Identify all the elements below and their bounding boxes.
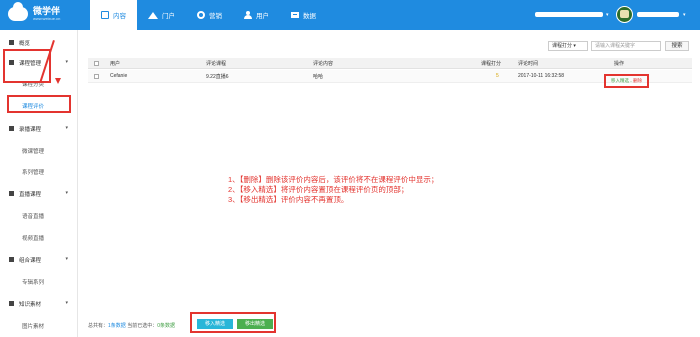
gear-icon <box>197 11 205 19</box>
brand-logo[interactable]: 微学伴 www.weixue.cn <box>8 2 61 21</box>
top-navbar: 微学伴 www.weixue.cn 内容 门户 营销 用户 数据 ▾ ▾ <box>0 0 700 30</box>
user-icon <box>244 11 252 19</box>
chevron-down-icon: ▾ <box>65 59 68 65</box>
chevron-down-icon: ▾ <box>65 125 68 131</box>
nav-data[interactable]: 数据 <box>280 0 327 30</box>
nav-content[interactable]: 内容 <box>90 0 137 30</box>
search-button[interactable]: 搜索 <box>665 41 689 51</box>
video-icon <box>9 126 14 131</box>
search-input[interactable]: 请输入课程关键字 <box>591 41 661 51</box>
col-time: 评论时间 <box>518 60 539 67</box>
sidebar-item-materials[interactable]: 知识素材 ▾ <box>0 298 78 309</box>
sidebar-item-series[interactable]: 系列管理 <box>0 166 78 177</box>
sidebar-item-recorded-courses[interactable]: 录播课程 ▾ <box>0 123 78 134</box>
brand-subtitle: www.weixue.cn <box>33 16 61 21</box>
cloud-logo-icon <box>8 2 28 21</box>
col-course: 评论课程 <box>206 60 227 67</box>
account-switcher-redacted[interactable] <box>535 12 603 17</box>
delete-link[interactable]: 删除 <box>633 78 642 84</box>
sidebar-item-audio-live[interactable]: 语音直播 <box>0 210 78 221</box>
folder-icon <box>9 301 14 306</box>
chevron-down-icon: ▾ <box>65 256 68 262</box>
row-actions: 移入精选 - 删除 <box>604 74 649 88</box>
table-row: Cefanie 9.22直播6 哈哈 5 2017-10-11 16:32:58 <box>88 70 692 83</box>
sidebar-item-micro-course[interactable]: 微课管理 <box>0 145 78 156</box>
cell-user: Cefanie <box>110 73 128 79</box>
col-content: 评论内容 <box>313 60 334 67</box>
note-delete: 1、【删除】删除该评价内容后，该评价将不在课程评价中显示； <box>228 175 439 184</box>
main-nav: 内容 门户 营销 用户 数据 <box>90 0 327 30</box>
username-redacted[interactable] <box>637 12 679 17</box>
image-icon <box>9 257 14 262</box>
nav-portal[interactable]: 门户 <box>137 0 186 30</box>
sidebar-item-image-materials[interactable]: 图片素材 <box>0 320 78 331</box>
user-menu-chevron-icon[interactable]: ▾ <box>683 12 686 18</box>
sidebar-item-topic-series[interactable]: 专辑系列 <box>0 276 78 287</box>
col-user: 用户 <box>110 60 121 67</box>
sidebar-item-overview[interactable]: 概览 <box>0 37 78 48</box>
bulk-unfeature-button[interactable]: 移出精选 <box>237 319 273 329</box>
cell-course: 9.22直播6 <box>206 73 229 80</box>
note-feature: 2、【移入精选】将评价内容置顶在课程评价页的顶部； <box>228 185 409 194</box>
sidebar-item-live-courses[interactable]: 直播课程 ▾ <box>0 188 78 199</box>
sidebar-item-video-live[interactable]: 视频直播 <box>0 232 78 243</box>
rating-filter-select[interactable]: 课程打分 ▾ <box>548 41 588 51</box>
cell-time: 2017-10-11 16:32:58 <box>518 73 565 79</box>
row-checkbox[interactable] <box>94 73 99 79</box>
note-unfeature: 3、【移出精选】评价内容不再置顶。 <box>228 195 349 204</box>
nav-marketing[interactable]: 营销 <box>186 0 233 30</box>
annotation-notes: 1、【删除】删除该评价内容后，该评价将不在课程评价中显示； 2、【移入精选】将评… <box>228 175 438 205</box>
data-icon <box>291 11 299 19</box>
total-count: 1条数据 <box>108 323 126 329</box>
sidebar-item-bundle-courses[interactable]: 组合课程 ▾ <box>0 254 78 265</box>
chevron-down-icon: ▾ <box>65 190 68 196</box>
chevron-down-icon: ▾ <box>65 300 68 306</box>
grid-icon <box>9 40 14 45</box>
col-rating: 课程打分 <box>481 60 502 67</box>
selected-count: 0条数据 <box>157 323 175 329</box>
selection-summary: 总共有：1条数据 当前已选中：0条数据 <box>88 323 175 329</box>
live-icon <box>9 191 14 196</box>
brand-title: 微学伴 <box>33 6 61 16</box>
home-icon <box>148 11 158 19</box>
avatar[interactable] <box>616 6 633 23</box>
annotation-box-course-review <box>7 95 71 113</box>
cell-content: 哈哈 <box>313 73 324 80</box>
col-actions: 操作 <box>614 60 625 67</box>
nav-users[interactable]: 用户 <box>233 0 280 30</box>
cell-rating: 5 <box>496 73 499 79</box>
content-icon <box>101 11 109 19</box>
chevron-down-icon[interactable]: ▾ <box>606 12 609 18</box>
annotation-arrowhead <box>55 78 61 84</box>
select-all-checkbox[interactable] <box>94 60 99 66</box>
bulk-feature-button[interactable]: 移入精选 <box>197 319 233 329</box>
feature-link[interactable]: 移入精选 <box>611 78 629 84</box>
main-content: 课程打分 ▾ 请输入课程关键字 搜索 用户 评论课程 评论内容 课程打分 评论时… <box>80 30 700 337</box>
table-header: 用户 评论课程 评论内容 课程打分 评论时间 操作 <box>88 58 692 69</box>
